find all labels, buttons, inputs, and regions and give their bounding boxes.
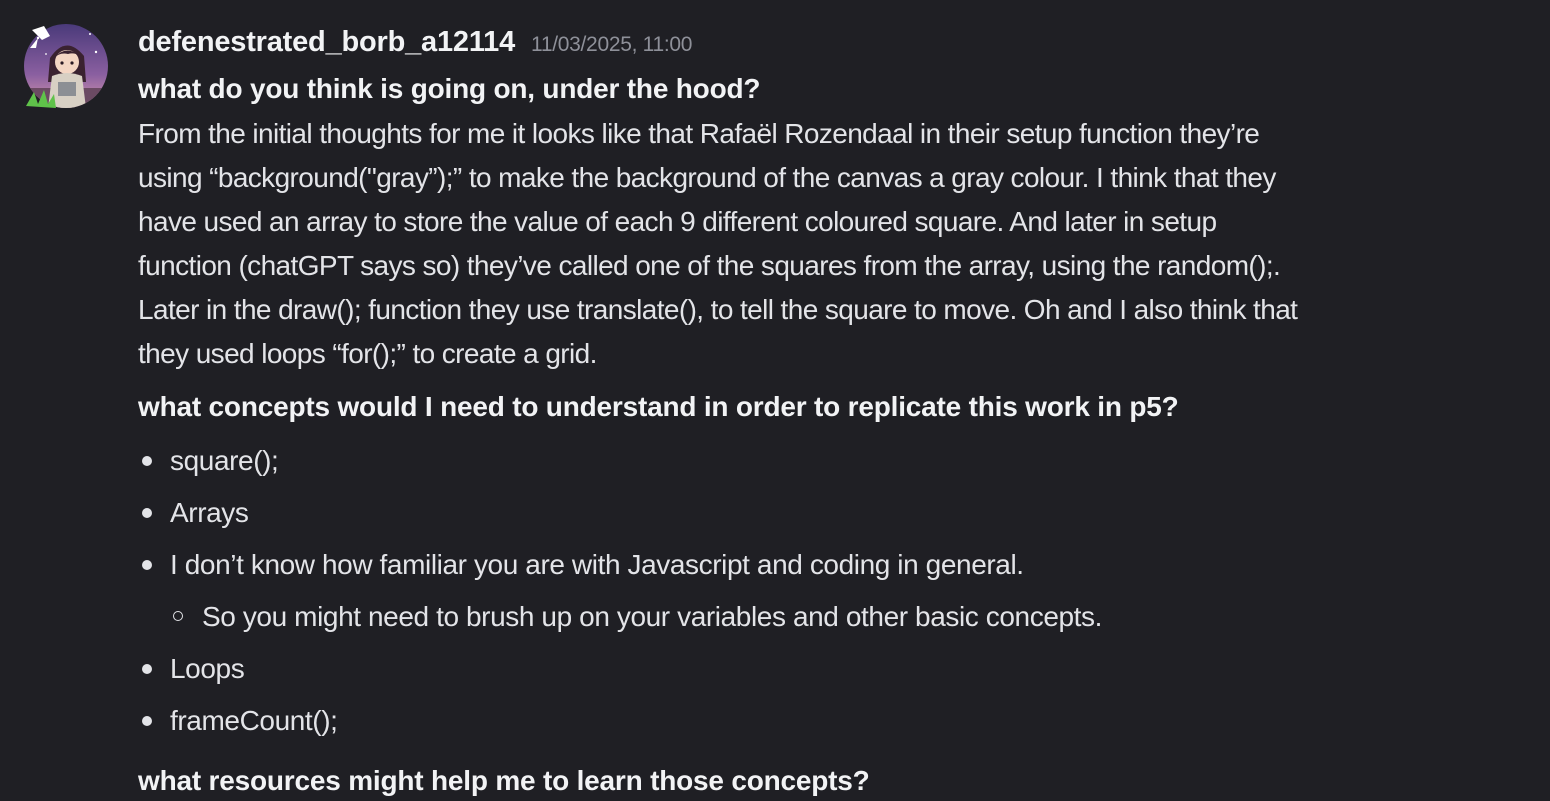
list-item-text: So you might need to brush up on your va… (202, 601, 1103, 632)
question-heading-3: what resources might help me to learn th… (138, 765, 870, 796)
avatar-illustration (24, 24, 108, 108)
answer-paragraph: From the initial thoughts for me it look… (138, 112, 1538, 376)
list-item: square(); (138, 435, 1538, 487)
message-content: what do you think is going on, under the… (138, 69, 1538, 801)
paragraph-line: Later in the draw(); function they use t… (138, 294, 1298, 325)
paragraph-line: From the initial thoughts for me it look… (138, 118, 1260, 149)
paragraph-line: function (chatGPT says so) they’ve calle… (138, 250, 1281, 281)
list-item-text: Arrays (170, 497, 249, 528)
hollow-bullet-icon (173, 611, 183, 621)
list-item-text: I don’t know how familiar you are with J… (170, 549, 1024, 580)
bullet-icon (142, 664, 152, 674)
list-item-text: Loops (170, 653, 245, 684)
bullet-icon (142, 560, 152, 570)
list-item-text: square(); (170, 445, 279, 476)
chat-message: defenestrated_borb_a12114 11/03/2025, 11… (0, 0, 1550, 796)
paragraph-line: they used loops “for();” to create a gri… (138, 338, 597, 369)
user-avatar[interactable] (24, 24, 108, 108)
paragraph-line: using “background("gray”);” to make the … (138, 162, 1276, 193)
list-item-text: frameCount(); (170, 705, 338, 736)
paragraph-line: have used an array to store the value of… (138, 206, 1217, 237)
question-heading-1: what do you think is going on, under the… (138, 73, 761, 104)
sub-list-item: So you might need to brush up on your va… (138, 591, 1538, 643)
list-item: frameCount(); (138, 695, 1538, 747)
question-heading-2: what concepts would I need to understand… (138, 391, 1179, 422)
list-item: I don’t know how familiar you are with J… (138, 539, 1538, 591)
bullet-icon (142, 508, 152, 518)
bullet-icon (142, 456, 152, 466)
list-item: Loops (138, 643, 1538, 695)
message-header: defenestrated_borb_a12114 11/03/2025, 11… (138, 26, 692, 62)
list-item: Arrays (138, 487, 1538, 539)
timestamp[interactable]: 11/03/2025, 11:00 (531, 33, 692, 57)
username[interactable]: defenestrated_borb_a12114 (138, 26, 515, 59)
bullet-icon (142, 716, 152, 726)
concepts-list: square(); Arrays I don’t know how famili… (138, 435, 1538, 747)
